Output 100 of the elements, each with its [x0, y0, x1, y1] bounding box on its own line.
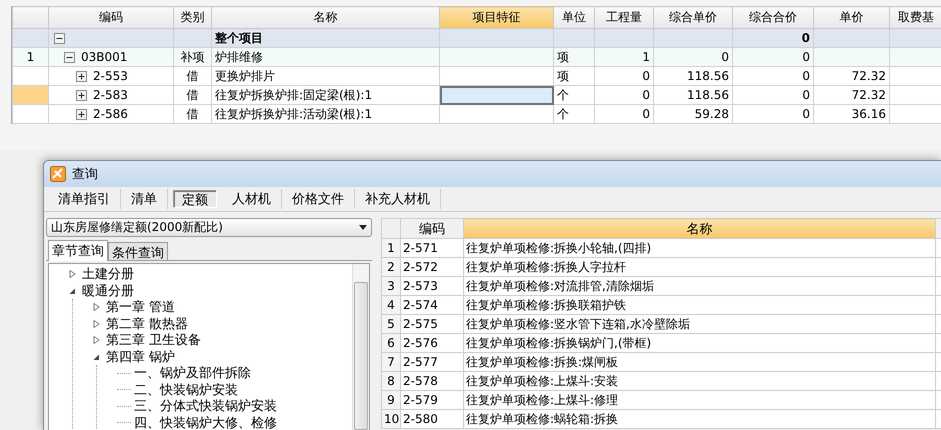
tree-item[interactable]: 暖通分册: [82, 282, 134, 300]
code-cell: 2-576: [400, 334, 464, 352]
collapse-arrow-icon[interactable]: [69, 286, 76, 295]
expand-icon[interactable]: [76, 90, 87, 100]
tree-item[interactable]: 第一章 管道: [106, 298, 176, 316]
total-cell: 0: [732, 48, 814, 66]
column-header[interactable]: 编码: [400, 218, 464, 238]
tab[interactable]: 定额: [173, 190, 217, 208]
item-code: 2-583: [93, 88, 128, 102]
tab[interactable]: 清单: [121, 189, 168, 209]
collapse-icon[interactable]: [64, 52, 75, 62]
unit-cell: 个: [554, 86, 594, 104]
tab[interactable]: 价格文件: [282, 189, 355, 209]
window-title: 查询: [72, 166, 98, 183]
row-number: 1: [382, 238, 400, 258]
tree-item[interactable]: 第三章 卫生设备: [106, 331, 202, 350]
row-number: 9: [382, 390, 400, 410]
price-cell: 118.56: [654, 86, 732, 104]
column-header[interactable]: 综合单价: [654, 6, 732, 28]
expand-icon[interactable]: [76, 70, 87, 82]
tree-item[interactable]: 三、分体式快装锅炉安装: [134, 397, 277, 416]
tree-item[interactable]: 一、锅炉及部件拆除: [134, 364, 251, 382]
column-header[interactable]: 类别: [174, 6, 212, 28]
row-header[interactable]: 1: [12, 48, 48, 66]
app-icon: [50, 166, 66, 182]
name-cell: 更换炉排片: [212, 66, 440, 86]
tab[interactable]: 章节查询: [48, 240, 108, 261]
collapse-icon[interactable]: [54, 32, 65, 44]
column-header[interactable]: 综合合价: [732, 6, 814, 28]
code-cell: 2-579: [400, 390, 464, 410]
quota-dropdown[interactable]: 山东房屋修缮定额(2000新配比): [46, 218, 372, 237]
quantity-cell: 1: [594, 48, 654, 66]
item-code: 03B001: [81, 50, 128, 64]
row-number: 4: [382, 296, 400, 314]
name-cell: 往复炉拆换炉排:固定梁(根):1: [212, 86, 440, 104]
expand-arrow-icon[interactable]: [93, 303, 100, 312]
focused-cell[interactable]: [440, 86, 554, 104]
expand-icon[interactable]: [76, 108, 87, 120]
type-cell: 补项: [174, 48, 212, 66]
column-header[interactable]: 名称: [212, 6, 440, 28]
name-cell: 往复炉单项检修:拆换锅炉门,(带框): [464, 334, 936, 352]
row-number: 2: [382, 258, 400, 276]
total-cell: 0: [732, 104, 814, 124]
type-cell: 借: [174, 104, 212, 124]
tab[interactable]: 清单指引: [48, 189, 121, 209]
tree-item[interactable]: 土建分册: [82, 265, 134, 284]
column-header[interactable]: 单位: [554, 6, 594, 28]
name-cell: 往复炉单项检修:拆换:煤闸板: [464, 352, 936, 372]
row-number: 5: [382, 314, 400, 334]
item-code: 2-586: [93, 107, 128, 121]
expand-arrow-icon[interactable]: [93, 336, 100, 344]
collapse-arrow-icon[interactable]: [93, 352, 100, 361]
name-cell: 往复炉单项检修:拆换人字拉杆: [464, 258, 936, 276]
column-header[interactable]: 名称: [464, 218, 936, 238]
name-cell: 往复炉单项检修:对流排管,清除烟垢: [464, 276, 936, 296]
total-cell: 0: [732, 28, 814, 48]
row-number: 10: [382, 410, 400, 428]
total-cell: 0: [732, 86, 814, 104]
column-header[interactable]: 单价: [814, 6, 890, 28]
column-header[interactable]: 项目特征: [440, 6, 554, 28]
tree-item[interactable]: 四、快装锅炉大修、检修: [134, 414, 277, 430]
price-cell: 59.28: [654, 104, 732, 124]
name-cell: 往复炉单项检修:蜗轮箱:拆换: [464, 410, 936, 428]
expand-arrow-icon[interactable]: [93, 320, 100, 328]
dropdown-arrow-icon: [359, 225, 367, 230]
price-cell: 36.16: [814, 104, 890, 124]
row-number: 7: [382, 352, 400, 372]
tab[interactable]: 条件查询: [108, 242, 168, 260]
price-cell: 118.56: [654, 66, 732, 86]
tree-item[interactable]: 第四章 锅炉: [106, 348, 176, 366]
column-header[interactable]: 取费基: [890, 6, 941, 28]
code-cell: 2-580: [400, 410, 464, 428]
code-cell: 2-575: [400, 314, 464, 334]
tree-item[interactable]: 第二章 散热器: [106, 314, 188, 333]
code-cell: 2-573: [400, 276, 464, 296]
expand-arrow-icon[interactable]: [69, 270, 76, 278]
quantity-cell: 0: [594, 104, 654, 124]
quantity-cell: 0: [594, 86, 654, 104]
name-cell: 整个项目: [212, 28, 440, 48]
total-cell: 0: [732, 66, 814, 86]
column-header[interactable]: 编码: [48, 6, 174, 28]
price-cell: 0: [654, 48, 732, 66]
row-number: 3: [382, 276, 400, 296]
row-number: 6: [382, 334, 400, 352]
tab[interactable]: 补充人材机: [355, 189, 441, 209]
scrollbar[interactable]: [352, 264, 369, 430]
name-cell: 往复炉单项检修:拆换联箱护铁: [464, 296, 936, 314]
code-cell: 2-571: [400, 238, 464, 258]
column-header[interactable]: 工程量: [594, 6, 654, 28]
code-cell: 2-578: [400, 372, 464, 390]
type-cell: 借: [174, 66, 212, 86]
tree-item[interactable]: 二、快装锅炉安装: [134, 380, 238, 399]
name-cell: 往复炉单项检修:上煤斗:修理: [464, 390, 936, 410]
tab[interactable]: 人材机: [222, 189, 282, 209]
quantity-cell: 0: [594, 66, 654, 86]
code-cell: 2-574: [400, 296, 464, 314]
item-code: 2-553: [93, 69, 128, 83]
row-number: 8: [382, 372, 400, 390]
price-cell: 72.32: [814, 86, 890, 104]
code-cell: 2-577: [400, 352, 464, 372]
